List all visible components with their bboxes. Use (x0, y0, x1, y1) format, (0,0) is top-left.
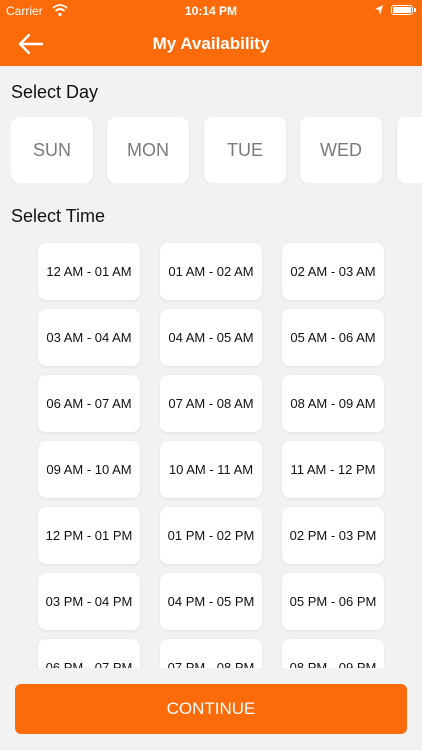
select-day-heading: Select Day (11, 82, 99, 102)
time-slot[interactable]: 01 PM - 02 PM (160, 507, 262, 564)
time-slot[interactable]: 03 AM - 04 AM (38, 309, 140, 366)
time-slot[interactable]: 06 AM - 07 AM (38, 375, 140, 432)
page-title: My Availability (152, 34, 270, 53)
time-slot[interactable]: 10 AM - 11 AM (160, 441, 262, 498)
status-time: 10:14 PM (184, 4, 238, 18)
time-slot[interactable]: 07 AM - 08 AM (160, 375, 262, 432)
status-bar: Carrier 10:14 PM (0, 0, 422, 22)
time-slot[interactable]: 08 PM - 09 PM (282, 639, 384, 668)
battery-icon (391, 5, 416, 15)
day-selector: SUN MON TUE WED (11, 117, 422, 183)
time-slot[interactable]: 02 PM - 03 PM (282, 507, 384, 564)
day-option-sun[interactable]: SUN (11, 117, 93, 183)
time-slot[interactable]: 01 AM - 02 AM (160, 243, 262, 300)
time-slot[interactable]: 12 AM - 01 AM (38, 243, 140, 300)
time-slot[interactable]: 04 PM - 05 PM (160, 573, 262, 630)
time-slot[interactable]: 04 AM - 05 AM (160, 309, 262, 366)
time-slot[interactable]: 05 PM - 06 PM (282, 573, 384, 630)
location-icon (375, 5, 383, 15)
time-slot[interactable]: 03 PM - 04 PM (38, 573, 140, 630)
time-slot[interactable]: 07 PM - 08 PM (160, 639, 262, 668)
select-time-heading: Select Time (11, 206, 106, 226)
day-option-tue[interactable]: TUE (204, 117, 286, 183)
time-slot[interactable]: 05 AM - 06 AM (282, 309, 384, 366)
time-slot-grid: 12 AM - 01 AM 01 AM - 02 AM 02 AM - 03 A… (0, 240, 422, 668)
time-slot[interactable]: 12 PM - 01 PM (38, 507, 140, 564)
time-slot[interactable]: 02 AM - 03 AM (282, 243, 384, 300)
day-option-mon[interactable]: MON (107, 117, 189, 183)
time-slot[interactable]: 06 PM - 07 PM (38, 639, 140, 668)
time-slot[interactable]: 08 AM - 09 AM (282, 375, 384, 432)
time-slot[interactable]: 09 AM - 10 AM (38, 441, 140, 498)
day-option-wed[interactable]: WED (300, 117, 382, 183)
time-slot[interactable]: 11 AM - 12 PM (282, 441, 384, 498)
nav-bar: My Availability (0, 22, 422, 66)
continue-button[interactable]: CONTINUE (15, 684, 407, 734)
day-option-partial[interactable] (397, 117, 422, 183)
